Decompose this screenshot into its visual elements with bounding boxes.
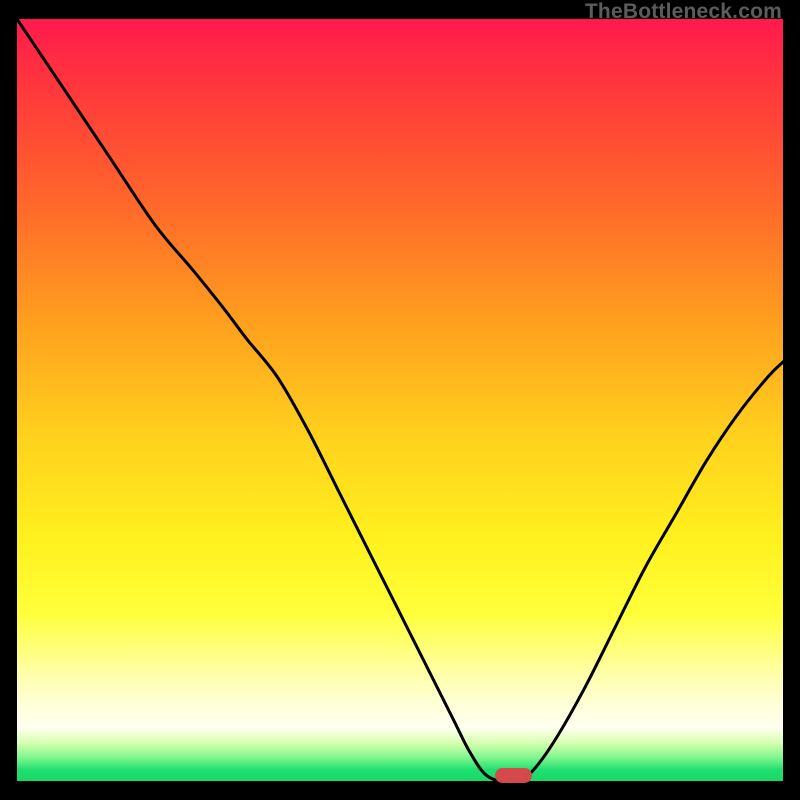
curve-path [17, 19, 783, 781]
watermark-text: TheBottleneck.com [585, 0, 782, 24]
chart-frame: TheBottleneck.com [0, 0, 800, 800]
plot-area [17, 19, 783, 781]
bottleneck-curve [17, 19, 783, 781]
optimal-marker [495, 768, 532, 783]
